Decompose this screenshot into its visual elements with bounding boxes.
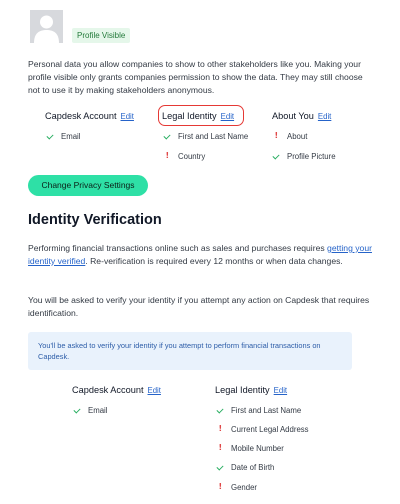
exclamation-icon	[164, 151, 171, 160]
profile-visible-badge: Profile Visible	[72, 28, 131, 43]
verification-item-label: Email	[88, 406, 108, 415]
exclamation-icon	[217, 482, 224, 491]
privacy-item-label: First and Last Name	[178, 132, 249, 141]
info-box: You'll be asked to verify your identity …	[28, 332, 352, 370]
change-privacy-settings-button[interactable]: Change Privacy Settings	[28, 175, 148, 196]
legal-identity-label: Legal Identity	[215, 385, 270, 395]
legal-identity-label: Legal Identity	[162, 111, 217, 121]
exclamation-icon	[217, 443, 224, 452]
verification-text: Performing financial transactions online…	[28, 243, 328, 253]
exclamation-icon	[217, 424, 224, 433]
verification-paragraph-1: Performing financial transactions online…	[28, 242, 373, 268]
exclamation-icon	[273, 131, 280, 140]
privacy-item-label: Country	[178, 152, 206, 161]
privacy-item-first-last-name: First and Last Name	[164, 132, 248, 141]
verification-item-mobile-number: Mobile Number	[217, 443, 284, 453]
verification-item-first-last-name: First and Last Name	[217, 406, 301, 415]
about-you-title: About You Edit	[272, 111, 331, 121]
check-icon	[217, 407, 224, 414]
check-icon	[217, 464, 224, 471]
verification-item-current-legal-address: Current Legal Address	[217, 424, 309, 434]
edit-capdesk-account-link[interactable]: Edit	[121, 112, 134, 121]
privacy-item-label: Email	[61, 132, 81, 141]
privacy-item-email: Email	[47, 132, 81, 141]
privacy-item-country: Country	[164, 151, 206, 161]
verification-item-label: Gender	[231, 483, 258, 492]
privacy-item-label: Profile Picture	[287, 152, 336, 161]
about-you-label: About You	[272, 111, 314, 121]
verification-item-date-of-birth: Date of Birth	[217, 463, 274, 472]
edit-verification-capdesk-account-link[interactable]: Edit	[148, 386, 161, 395]
legal-identity-title: Legal Identity Edit	[162, 111, 234, 121]
capdesk-account-label: Capdesk Account	[45, 111, 117, 121]
check-icon	[164, 133, 171, 140]
edit-legal-identity-link[interactable]: Edit	[221, 112, 234, 121]
verification-item-label: Mobile Number	[231, 444, 284, 453]
privacy-item-label: About	[287, 132, 308, 141]
edit-verification-legal-identity-link[interactable]: Edit	[274, 386, 287, 395]
verification-item-label: Date of Birth	[231, 463, 275, 472]
verification-item-gender: Gender	[217, 482, 258, 492]
privacy-item-about: About	[273, 131, 308, 141]
identity-verification-title: Identity Verification	[28, 212, 162, 228]
check-icon	[74, 407, 81, 414]
verification-legal-identity-title: Legal Identity Edit	[215, 385, 287, 395]
check-icon	[273, 153, 280, 160]
capdesk-account-title: Capdesk Account Edit	[45, 111, 134, 121]
verification-capdesk-account-title: Capdesk Account Edit	[72, 385, 161, 395]
user-silhouette-icon	[34, 15, 59, 43]
edit-about-you-link[interactable]: Edit	[318, 112, 331, 121]
verification-paragraph-2: You will be asked to verify your identit…	[28, 295, 370, 318]
capdesk-account-label: Capdesk Account	[72, 385, 144, 395]
profile-intro-text: Personal data you allow companies to sho…	[28, 59, 363, 95]
privacy-item-profile-picture: Profile Picture	[273, 152, 336, 161]
verification-text: . Re-verification is required every 12 m…	[85, 255, 343, 266]
verification-item-label: Current Legal Address	[231, 425, 309, 434]
verification-item-email: Email	[74, 406, 108, 415]
avatar	[30, 10, 63, 43]
check-icon	[47, 133, 54, 140]
verification-item-label: First and Last Name	[231, 406, 302, 415]
